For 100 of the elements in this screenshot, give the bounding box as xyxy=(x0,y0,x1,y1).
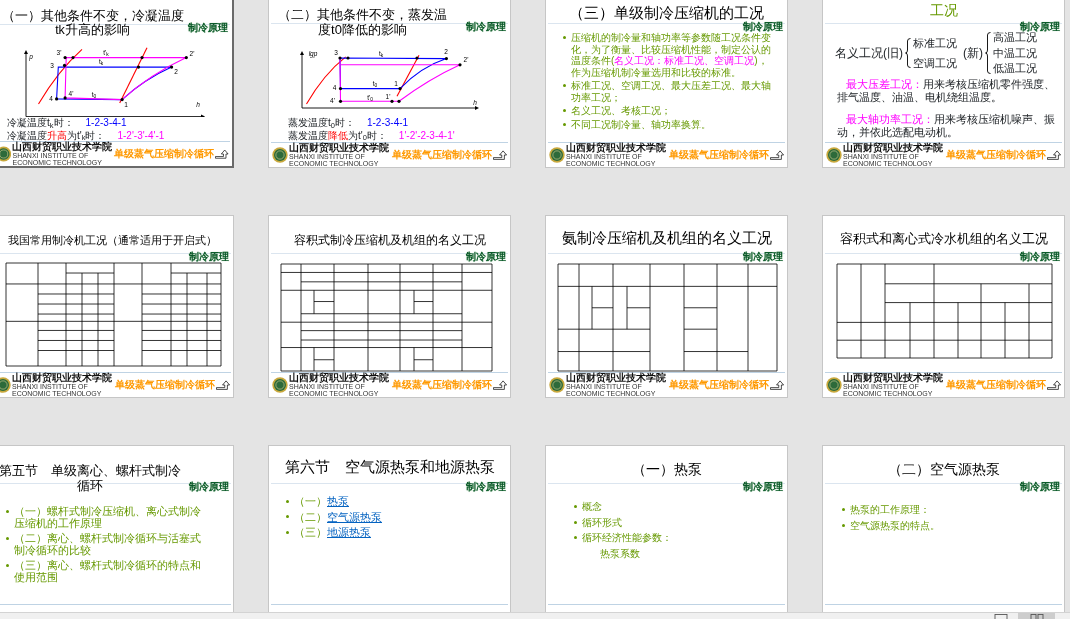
school-name: 山西财贸职业技术学院 xyxy=(566,143,666,153)
condition-item: 高温工况 xyxy=(993,32,1037,43)
bullet-icon xyxy=(574,536,577,540)
school-emblem-icon xyxy=(0,146,12,162)
course-logo: 制冷原理 xyxy=(1020,252,1060,262)
footer-topic: 单级蒸气压缩制冷循环 xyxy=(669,150,769,160)
bullet-icon xyxy=(574,520,577,524)
arrow-icon xyxy=(215,149,229,159)
bullet-icon xyxy=(563,36,566,40)
condition-label: 名义工况(旧) xyxy=(835,47,903,59)
bullet-text: 循环经济性能参数： xyxy=(582,532,672,544)
cycle-path-text: 1-2-3-4-1 xyxy=(366,117,409,130)
caption-text: 冷凝温度t$_{k}$时： xyxy=(7,117,74,130)
school-emblem-icon xyxy=(549,147,565,163)
caption-text: 蒸发温度t$_{0}$时： xyxy=(288,117,355,130)
bullet-icon xyxy=(842,508,845,512)
arrow-icon xyxy=(1047,150,1061,160)
state-point-dot xyxy=(170,65,174,69)
topic-link[interactable]: 热泵 xyxy=(327,495,349,507)
school-emblem-icon xyxy=(826,377,842,393)
course-logo: 制冷原理 xyxy=(1020,482,1060,492)
course-logo: 制冷原理 xyxy=(743,22,783,32)
bullet-text: 循环形式 xyxy=(582,516,622,528)
item-number: （二） xyxy=(294,510,327,523)
slide-thumbnail[interactable]: （二）空气源热泵 制冷原理 热泵的工作原理： 空气源热泵的特点。 xyxy=(822,445,1065,612)
state-point-dot xyxy=(415,56,419,60)
bullet-text: 压缩机的制冷量和轴功率等参数随工况条件变化，为了衡量、比较压缩机性能，制定公认的温度条件(名义工况：标准工况、空调工况)，作为压缩机制冷量选用和比较的标准。 xyxy=(571,32,771,78)
slide-title: （一）其他条件不变，冷凝温度tk升高的影响 xyxy=(0,9,185,38)
bullet-text: 不同工况制冷量、轴功率换算。 xyxy=(571,118,711,130)
arrow-icon xyxy=(770,150,784,160)
slide-title: （二）其他条件不变，蒸发温度t0降低的影响 xyxy=(277,8,448,38)
state-point-dot xyxy=(390,99,394,103)
bullet-text: 概念 xyxy=(582,501,602,513)
state-point-dot xyxy=(63,96,67,100)
bullet-text: （一）螺杆式制冷压缩机、离心式制冷压缩机的工作原理 xyxy=(14,505,202,530)
cycle-path-text: 1'-2'-2-3-4-1' xyxy=(398,129,455,142)
course-logo: 制冷原理 xyxy=(189,252,229,262)
school-name: 山西财贸职业技术学院 xyxy=(566,373,666,383)
school-emblem-icon xyxy=(826,147,842,163)
footer-topic: 单级蒸气压缩制冷循环 xyxy=(946,380,1046,390)
sub-item-text: 热泵系数 xyxy=(599,547,641,559)
course-logo: 制冷原理 xyxy=(743,252,783,262)
school-name: 山西财贸职业技术学院 xyxy=(12,142,113,152)
grid-icon xyxy=(1029,613,1044,619)
brace-icon xyxy=(905,38,911,68)
state-point-dot xyxy=(184,56,188,60)
school-name: 山西财贸职业技术学院 xyxy=(289,373,389,383)
slide-thumbnail[interactable]: 第六节 空气源热泵和地源热泵 制冷原理 （一）热泵 （二）空气源热泵 （三）地源热泵 xyxy=(268,445,511,612)
caption-text: 蒸发温度降低为t'$_{0}$时： xyxy=(288,129,387,142)
course-logo: 制冷原理 xyxy=(466,22,506,32)
slide-title: （二）空气源热泵 xyxy=(887,461,1000,478)
state-point-dot xyxy=(444,57,448,61)
slide-thumbnail[interactable]: （一）热泵 制冷原理 概念 循环形式 循环经济性能参数： 热泵系数 xyxy=(545,445,788,612)
topic-link[interactable]: 地源热泵 xyxy=(327,526,371,539)
footer-topic: 单级蒸气压缩制冷循环 xyxy=(946,150,1046,160)
state-point-dot xyxy=(397,99,401,103)
state-point-dot xyxy=(62,63,67,67)
condition-note: 最大轴功率工况：用来考核压缩机噪声、振动，并依此选配电动机。 xyxy=(837,113,1055,140)
state-point-dot xyxy=(63,56,67,60)
footer-topic: 单级蒸气压缩制冷循环 xyxy=(392,150,492,160)
bullet-icon xyxy=(6,563,9,567)
topic-link[interactable]: 空气源热泵 xyxy=(327,510,382,523)
footer-topic: 单级蒸气压缩制冷循环 xyxy=(114,149,215,159)
state-point-dot xyxy=(338,99,343,103)
arrow-icon xyxy=(770,380,784,390)
course-logo: 制冷原理 xyxy=(743,482,783,492)
item-number: （三） xyxy=(294,526,327,539)
bullet-text: （三）离心、螺杆式制冷循环的特点和使用范围 xyxy=(14,559,202,584)
state-point-dot xyxy=(140,56,144,60)
state-point-dot xyxy=(346,56,350,60)
slide-title: （一）热泵 xyxy=(631,461,702,478)
slide-thumbnail[interactable] xyxy=(545,0,788,168)
brace-icon xyxy=(985,32,991,74)
slide-sorter-view-button[interactable] xyxy=(1018,613,1055,619)
bullet-text: （二）离心、螺杆式制冷循环与活塞式制冷循环的比较 xyxy=(14,532,202,557)
slide-title: 容积式和离心式冷水机组的名义工况 xyxy=(839,232,1048,247)
bullet-text: 名义工况、考核工况； xyxy=(571,105,671,117)
slide-title: 第六节 空气源热泵和地源热泵 xyxy=(284,459,495,476)
arrow-icon xyxy=(493,380,507,390)
school-name: 山西财贸职业技术学院 xyxy=(12,373,112,383)
school-emblem-icon xyxy=(272,377,288,393)
bullet-icon xyxy=(574,505,577,509)
cycle-path-text: 1-2-3-4-1 xyxy=(85,117,127,130)
condition-note: 最大压差工况：用来考核压缩机零件强度、排气温度、油温、电机绕组温度。 xyxy=(837,78,1055,105)
course-logo: 制冷原理 xyxy=(1020,22,1060,32)
school-emblem-icon xyxy=(549,377,565,393)
state-point-dot xyxy=(338,87,343,91)
bullet-text: 标准工况、空调工况、最大压差工况、最大轴功率工况； xyxy=(571,80,772,103)
slide-title: 工况 xyxy=(929,2,958,19)
school-name: 山西财贸职业技术学院 xyxy=(289,143,389,153)
slide-title: 我国常用制冷机工况（通常适用于开启式） xyxy=(8,234,217,247)
course-logo: 制冷原理 xyxy=(466,482,506,492)
course-logo: 制冷原理 xyxy=(188,23,228,33)
window-icon xyxy=(994,613,1008,619)
state-point-dot xyxy=(136,65,141,69)
arrow-icon xyxy=(1047,380,1061,390)
slide-title: （三）单级制冷压缩机的工况 xyxy=(569,4,764,21)
caption-text: 冷凝温度升高为t'$_{k}$时： xyxy=(7,129,106,142)
bullet-icon xyxy=(6,509,9,513)
school-name: 山西财贸职业技术学院 xyxy=(843,143,943,153)
